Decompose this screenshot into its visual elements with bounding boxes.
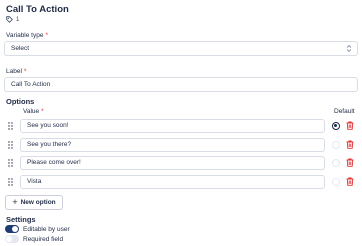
tag-indicator[interactable]: 1	[6, 16, 19, 23]
page-title: Call To Action	[6, 4, 69, 15]
drag-handle-icon[interactable]	[8, 141, 13, 149]
editable-by-user-label: Editable by user	[23, 225, 70, 233]
default-radio[interactable]	[332, 159, 340, 167]
chevron-up-down-icon	[346, 44, 352, 53]
trash-icon[interactable]	[346, 177, 354, 186]
drag-handle-icon[interactable]	[8, 178, 13, 186]
tag-count: 1	[16, 16, 20, 23]
drag-handle-icon[interactable]	[8, 159, 13, 167]
new-option-label: New option	[20, 199, 56, 206]
option-value-input[interactable]: Please come over!	[20, 156, 325, 170]
option-row: See you soon!	[0, 119, 362, 133]
label-field-label: Label *	[6, 68, 27, 75]
variable-type-select[interactable]: Select	[4, 41, 358, 56]
drag-handle-icon[interactable]	[8, 122, 13, 130]
trash-icon[interactable]	[346, 158, 354, 167]
options-section-title: Options	[6, 97, 35, 106]
option-value-input[interactable]: See you there?	[20, 138, 325, 152]
editable-by-user-row: Editable by user	[5, 225, 70, 233]
value-column-header: Value *	[23, 108, 44, 115]
variable-type-value: Select	[11, 45, 30, 52]
default-radio[interactable]	[332, 122, 340, 130]
required-field-toggle[interactable]	[5, 235, 19, 243]
required-field-label: Required field	[23, 235, 64, 243]
option-row: See you there?	[0, 138, 362, 152]
option-row: Please come over!	[0, 156, 362, 170]
trash-icon[interactable]	[346, 121, 354, 130]
default-radio[interactable]	[332, 178, 340, 186]
tag-icon	[6, 16, 13, 23]
settings-section-title: Settings	[6, 215, 36, 224]
variable-type-label: Variable type *	[6, 32, 48, 39]
option-value-input[interactable]: See you soon!	[20, 119, 325, 133]
label-input[interactable]: Call To Action	[4, 77, 358, 92]
required-field-row: Required field	[5, 235, 63, 243]
plus-icon: +	[12, 197, 18, 207]
default-radio[interactable]	[332, 141, 340, 149]
default-column-header: Default	[334, 108, 355, 115]
option-row: Vista	[0, 175, 362, 189]
trash-icon[interactable]	[346, 140, 354, 149]
toggle-knob	[6, 236, 12, 242]
editable-by-user-toggle[interactable]	[5, 225, 19, 233]
new-option-button[interactable]: + New option	[5, 195, 63, 210]
toggle-knob	[12, 226, 18, 232]
option-value-input[interactable]: Vista	[20, 175, 325, 189]
